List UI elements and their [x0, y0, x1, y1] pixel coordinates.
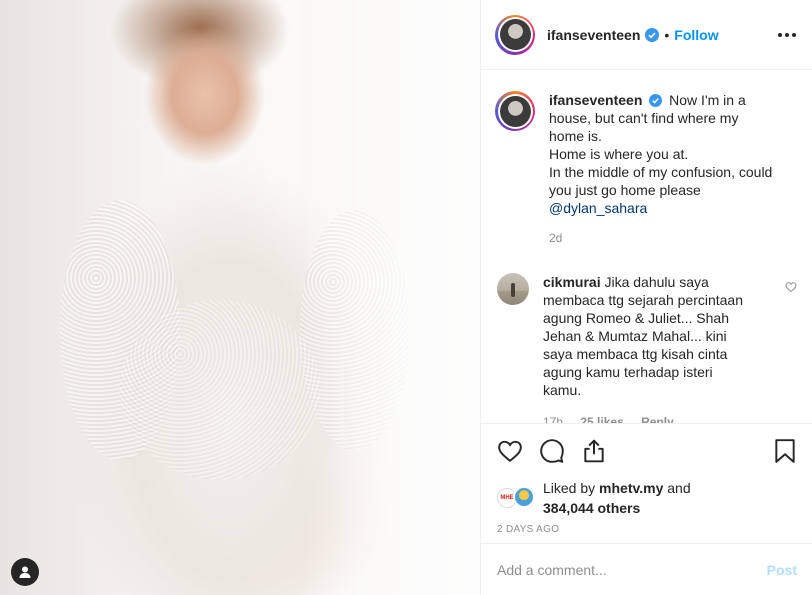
comment-text: saya membaca ttg kisah cinta — [543, 346, 728, 362]
post-side-panel: ifanseventeen • Follow ifanseventeen Now… — [480, 0, 812, 595]
comments-section[interactable]: ifanseventeen Now I'm in a house, but ca… — [481, 71, 812, 423]
comment-item: cikmurai Jika dahulu saya membaca ttg se… — [495, 273, 797, 423]
veil — [300, 0, 480, 595]
avatar[interactable] — [495, 91, 535, 131]
reply-button[interactable]: Reply — [641, 415, 674, 423]
heart-icon[interactable] — [497, 438, 523, 464]
heart-icon[interactable] — [785, 281, 797, 293]
lace-pattern — [120, 300, 320, 480]
verified-badge-icon — [645, 27, 660, 42]
comment-icon[interactable] — [539, 438, 565, 464]
liked-by-avatars[interactable]: MHE — [497, 486, 537, 510]
caption-age[interactable]: 2d — [549, 231, 562, 245]
comment-text: agung kamu terhadap isteri — [543, 364, 713, 380]
caption-text: Now I'm in a — [669, 92, 746, 108]
follow-button[interactable]: Follow — [674, 27, 718, 43]
separator-dot: • — [664, 26, 670, 43]
author-username[interactable]: ifanseventeen — [547, 27, 640, 43]
post-header: ifanseventeen • Follow — [481, 0, 812, 70]
more-options-icon[interactable] — [778, 32, 796, 37]
share-icon[interactable] — [581, 438, 607, 464]
comment-text: membaca ttg sejarah percintaan — [543, 292, 743, 308]
liked-by-and: and — [667, 480, 691, 496]
mention-link[interactable]: @dylan_sahara — [549, 199, 797, 217]
post-comment-button[interactable]: Post — [767, 562, 797, 578]
liked-by-prefix: Liked by — [543, 480, 596, 496]
comment-text: Jehan & Mumtaz Mahal... kini — [543, 328, 727, 344]
comment-text: Jika dahulu saya — [604, 274, 709, 290]
caption-text: home is. — [549, 128, 602, 144]
verified-badge-icon — [649, 94, 663, 107]
caption-username[interactable]: ifanseventeen — [549, 92, 642, 108]
post-actions: MHE Liked by mhetv.my and 384,044 others… — [481, 423, 812, 535]
avatar — [513, 486, 535, 508]
user-tag-icon — [19, 566, 31, 578]
caption-text: Home is where you at. — [549, 146, 689, 162]
comment-age[interactable]: 17h — [543, 415, 563, 423]
likes-summary: MHE Liked by mhetv.my and 384,044 others — [497, 478, 797, 518]
comment-text: agung Romeo & Juliet... Shah — [543, 310, 730, 326]
liked-by-user[interactable]: mhetv.my — [599, 480, 663, 496]
post-photo[interactable] — [0, 0, 480, 595]
avatar[interactable] — [495, 14, 535, 55]
comment-text: kamu. — [543, 382, 582, 398]
post-timestamp[interactable]: 2 DAYS AGO — [497, 524, 797, 535]
caption-text: In the middle of my confusion, could — [549, 164, 773, 180]
user-tag-button[interactable] — [11, 558, 39, 586]
comment-username[interactable]: cikmurai — [543, 274, 601, 290]
likes-count[interactable]: 384,044 others — [543, 498, 691, 518]
bookmark-icon[interactable] — [773, 438, 797, 464]
caption-text: house, but can't find where my — [549, 110, 739, 126]
comment-input[interactable] — [497, 561, 767, 578]
avatar[interactable] — [497, 273, 529, 305]
caption: ifanseventeen Now I'm in a house, but ca… — [495, 91, 797, 247]
comment-likes[interactable]: 25 likes — [580, 415, 623, 423]
caption-text: you just go home please — [549, 182, 701, 198]
add-comment-bar: Post — [481, 543, 812, 595]
